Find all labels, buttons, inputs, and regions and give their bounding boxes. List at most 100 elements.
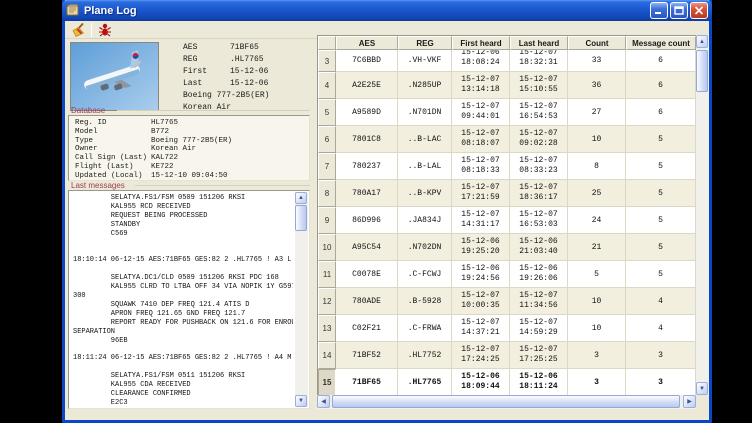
cell-first-heard[interactable]: 15-12-07 14:31:17	[452, 207, 510, 234]
cell-message-count[interactable]: 6	[626, 99, 696, 126]
maximize-button[interactable]	[670, 2, 688, 19]
cell-count[interactable]: 10	[568, 315, 626, 342]
cell-message-count[interactable]: 5	[626, 261, 696, 288]
table-row[interactable]: 11 C0078E .C-FCWJ 15-12-06 19:24:56 15-1…	[318, 261, 696, 288]
cell-message-count[interactable]: 5	[626, 234, 696, 261]
table-row[interactable]: 15 71BF65 .HL7765 15-12-06 18:09:44 15-1…	[318, 369, 696, 396]
cell-aes[interactable]: 7C6BBD	[336, 50, 398, 72]
cell-aes[interactable]: 71BF65	[336, 369, 398, 396]
cell-count[interactable]: 3	[568, 369, 626, 396]
row-number[interactable]: 7	[318, 153, 336, 180]
cell-last-heard[interactable]: 15-12-07 16:53:03	[510, 207, 568, 234]
scroll-down-icon[interactable]: ▼	[696, 382, 708, 395]
row-number[interactable]: 8	[318, 180, 336, 207]
cell-message-count[interactable]: 5	[626, 153, 696, 180]
table-row[interactable]: 6 7801C8 ..B-LAC 15-12-07 08:18:07 15-12…	[318, 126, 696, 153]
table-row[interactable]: 10 A95C54 .N702DN 15-12-06 19:25:20 15-1…	[318, 234, 696, 261]
scroll-right-icon[interactable]: ▶	[683, 395, 696, 408]
col-header-count[interactable]: Count	[568, 36, 626, 50]
cell-first-heard[interactable]: 15-12-06 18:08:24	[452, 50, 510, 72]
table-row[interactable]: 7 780237 ..B-LAL 15-12-07 08:18:33 15-12…	[318, 153, 696, 180]
cell-aes[interactable]: 71BF52	[336, 342, 398, 369]
row-number[interactable]: 3	[318, 50, 336, 72]
cell-count[interactable]: 36	[568, 72, 626, 99]
cell-first-heard[interactable]: 15-12-07 08:18:33	[452, 153, 510, 180]
table-row[interactable]: 14 71BF52 .HL7752 15-12-07 17:24:25 15-1…	[318, 342, 696, 369]
cell-message-count[interactable]: 6	[626, 72, 696, 99]
row-number[interactable]: 6	[318, 126, 336, 153]
messages-scrollbar-thumb[interactable]	[295, 205, 307, 231]
table-vscrollbar-thumb[interactable]	[696, 50, 708, 92]
table-row[interactable]: 9 86D996 .JA834J 15-12-07 14:31:17 15-12…	[318, 207, 696, 234]
cell-count[interactable]: 3	[568, 342, 626, 369]
cell-last-heard[interactable]: 15-12-07 11:34:56	[510, 288, 568, 315]
row-number[interactable]: 9	[318, 207, 336, 234]
row-number[interactable]: 14	[318, 342, 336, 369]
scroll-up-icon[interactable]: ▲	[295, 192, 307, 204]
cell-count[interactable]: 8	[568, 153, 626, 180]
cell-aes[interactable]: 780A17	[336, 180, 398, 207]
cell-count[interactable]: 27	[568, 99, 626, 126]
cell-aes[interactable]: 7801C8	[336, 126, 398, 153]
col-header-message-count[interactable]: Message count	[626, 36, 696, 50]
cell-first-heard[interactable]: 15-12-07 10:00:35	[452, 288, 510, 315]
cell-aes[interactable]: A9589D	[336, 99, 398, 126]
col-header-first-heard[interactable]: First heard	[452, 36, 510, 50]
cell-last-heard[interactable]: 15-12-07 09:02:28	[510, 126, 568, 153]
scroll-down-icon[interactable]: ▼	[295, 395, 307, 407]
cell-message-count[interactable]: 3	[626, 342, 696, 369]
cell-last-heard[interactable]: 15-12-06 21:03:40	[510, 234, 568, 261]
cell-reg[interactable]: .JA834J	[398, 207, 452, 234]
col-header-aes[interactable]: AES	[336, 36, 398, 50]
cell-last-heard[interactable]: 15-12-07 17:25:25	[510, 342, 568, 369]
cell-aes[interactable]: 86D996	[336, 207, 398, 234]
table-row[interactable]: 4 A2E25E .N285UP 15-12-07 13:14:18 15-12…	[318, 72, 696, 99]
col-header-reg[interactable]: REG	[398, 36, 452, 50]
cell-reg[interactable]: .C-FCWJ	[398, 261, 452, 288]
cell-reg[interactable]: .N285UP	[398, 72, 452, 99]
cell-aes[interactable]: C02F21	[336, 315, 398, 342]
cell-last-heard[interactable]: 15-12-07 14:59:29	[510, 315, 568, 342]
row-number[interactable]: 5	[318, 99, 336, 126]
row-number[interactable]: 4	[318, 72, 336, 99]
cell-last-heard[interactable]: 15-12-07 15:10:55	[510, 72, 568, 99]
cell-aes[interactable]: A2E25E	[336, 72, 398, 99]
cell-last-heard[interactable]: 15-12-07 08:33:23	[510, 153, 568, 180]
cell-message-count[interactable]: 6	[626, 50, 696, 72]
scroll-up-icon[interactable]: ▲	[696, 35, 708, 48]
cell-aes[interactable]: C0078E	[336, 261, 398, 288]
cell-reg[interactable]: .N702DN	[398, 234, 452, 261]
table-vscrollbar[interactable]: ▲ ▼	[696, 35, 709, 395]
col-header-rownum[interactable]	[318, 36, 336, 50]
cell-reg[interactable]: ..B-LAL	[398, 153, 452, 180]
cell-reg[interactable]: .B-5928	[398, 288, 452, 315]
row-number[interactable]: 13	[318, 315, 336, 342]
cell-message-count[interactable]: 4	[626, 315, 696, 342]
table-row[interactable]: 3 7C6BBD .VH-VKF 15-12-06 18:08:24 15-12…	[318, 50, 696, 72]
cell-first-heard[interactable]: 15-12-07 17:21:59	[452, 180, 510, 207]
cell-count[interactable]: 21	[568, 234, 626, 261]
cell-first-heard[interactable]: 15-12-07 17:24:25	[452, 342, 510, 369]
cell-reg[interactable]: .C-FRWA	[398, 315, 452, 342]
cell-last-heard[interactable]: 15-12-06 18:11:24	[510, 369, 568, 396]
cell-reg[interactable]: ..B-LAC	[398, 126, 452, 153]
cell-first-heard[interactable]: 15-12-06 19:24:56	[452, 261, 510, 288]
messages-scrollbar[interactable]: ▲ ▼	[295, 192, 308, 407]
cell-first-heard[interactable]: 15-12-06 18:09:44	[452, 369, 510, 396]
cell-reg[interactable]: .HL7752	[398, 342, 452, 369]
table-row[interactable]: 8 780A17 ..B-KPV 15-12-07 17:21:59 15-12…	[318, 180, 696, 207]
cell-last-heard[interactable]: 15-12-07 18:36:17	[510, 180, 568, 207]
clear-log-button[interactable]	[68, 22, 88, 38]
cell-last-heard[interactable]: 15-12-06 19:26:06	[510, 261, 568, 288]
cell-last-heard[interactable]: 15-12-07 16:54:53	[510, 99, 568, 126]
cell-first-heard[interactable]: 15-12-07 13:14:18	[452, 72, 510, 99]
cell-aes[interactable]: 780237	[336, 153, 398, 180]
cell-first-heard[interactable]: 15-12-07 09:44:01	[452, 99, 510, 126]
table-hscrollbar-thumb[interactable]	[332, 395, 680, 408]
row-number[interactable]: 11	[318, 261, 336, 288]
cell-first-heard[interactable]: 15-12-07 14:37:21	[452, 315, 510, 342]
cell-message-count[interactable]: 5	[626, 126, 696, 153]
cell-aes[interactable]: 780ADE	[336, 288, 398, 315]
cell-message-count[interactable]: 5	[626, 180, 696, 207]
scroll-left-icon[interactable]: ◀	[317, 395, 330, 408]
